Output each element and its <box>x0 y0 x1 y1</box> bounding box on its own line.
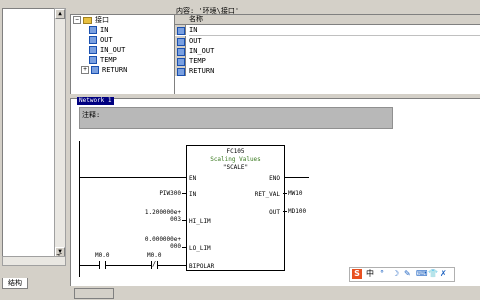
table-header: 名称 <box>175 15 480 25</box>
row-marker <box>175 66 186 76</box>
tree-root[interactable]: − 接口 <box>73 15 109 25</box>
tree-item-label: IN_OUT <box>100 46 126 54</box>
ladder-editor[interactable]: Network 1 注释: FC105 Scaling Values "SCAL… <box>70 97 480 288</box>
en-wire <box>80 177 186 178</box>
contact1-label[interactable]: M0.0 <box>95 252 109 259</box>
lo-lim-operand[interactable]: 0.000000e+ <box>121 236 181 243</box>
power-rail <box>79 141 80 277</box>
scroll-up-button[interactable]: ▲ <box>55 9 65 19</box>
param-icon <box>89 56 97 64</box>
interface-tree[interactable]: − 接口 IN OUT IN_OUT TEMP + RETURN <box>70 14 175 96</box>
interface-table[interactable]: 名称 IN OUT IN_OUT TEMP RETURN <box>174 14 480 96</box>
pin-bipolar: BIPOLAR <box>189 263 215 270</box>
param-icon <box>177 38 185 46</box>
block-symbol: "SCALE" <box>222 164 249 171</box>
in-stub <box>182 193 186 194</box>
table-row-return[interactable]: RETURN <box>189 66 214 76</box>
pin-in: IN <box>189 191 197 198</box>
status-cell <box>74 288 114 299</box>
tab-structure[interactable]: 结构 <box>2 278 28 289</box>
structure-list[interactable] <box>2 8 56 258</box>
tree-item-in-out[interactable]: IN_OUT <box>89 45 125 55</box>
tools-icon[interactable]: ✗ <box>440 269 447 279</box>
table-row-temp[interactable]: TEMP <box>189 56 206 66</box>
expand-icon[interactable]: − <box>73 16 81 24</box>
table-row-in-out[interactable]: IN_OUT <box>189 46 214 56</box>
in-operand[interactable]: PIW300 <box>129 190 181 197</box>
hi-lim-operand-exp[interactable]: 003 <box>121 216 181 223</box>
lo-lim-operand-exp[interactable]: 000 <box>121 243 181 250</box>
tree-item-temp[interactable]: TEMP <box>89 55 117 65</box>
expand-icon[interactable]: + <box>81 66 89 74</box>
param-icon <box>89 36 97 44</box>
skin-icon[interactable]: 👕 <box>428 269 438 279</box>
ime-lang-toggle[interactable]: 中 <box>366 269 374 279</box>
folder-icon <box>83 16 92 24</box>
param-icon <box>89 26 97 34</box>
contact2-symbol[interactable]: / <box>151 260 158 269</box>
table-row-in[interactable]: IN <box>189 25 197 35</box>
left-horizontal-scrollbar[interactable] <box>2 256 66 266</box>
param-icon <box>89 46 97 54</box>
pen-icon[interactable]: ✎ <box>404 269 411 279</box>
comment-field[interactable]: 注释: <box>79 107 393 129</box>
hi-lim-operand[interactable]: 1.200000e+ <box>121 209 181 216</box>
tree-item-label: TEMP <box>100 56 117 64</box>
punctuation-icon[interactable]: ° <box>380 269 384 279</box>
param-icon <box>91 66 99 74</box>
eno-wire <box>283 177 309 178</box>
block-name: Scaling Values <box>210 156 261 163</box>
param-icon <box>177 58 185 66</box>
ret-val-operand[interactable]: MW10 <box>288 190 302 197</box>
param-icon <box>177 27 185 35</box>
network-title[interactable]: Network 1 <box>77 97 114 105</box>
pin-ret-val: RET_VAL <box>254 191 280 198</box>
bipolar-wire-b <box>106 265 151 266</box>
block-number: FC105 <box>226 148 245 155</box>
row-divider <box>189 35 480 36</box>
tree-item-label: RETURN <box>102 66 128 74</box>
bipolar-wire-a <box>80 265 99 266</box>
row-marker <box>175 36 186 46</box>
function-block[interactable]: FC105 Scaling Values "SCALE" EN ENO IN R… <box>186 145 285 271</box>
out-operand[interactable]: MD100 <box>288 208 306 215</box>
keyboard-icon[interactable]: ⌨ <box>416 269 428 279</box>
tree-item-out[interactable]: OUT <box>89 35 113 45</box>
moon-icon[interactable]: ☽ <box>392 269 399 279</box>
tree-item-return[interactable]: + RETURN <box>81 65 127 75</box>
pin-hi-lim: HI_LIM <box>189 218 211 225</box>
contact2-label[interactable]: M0.0 <box>147 252 161 259</box>
pin-lo-lim: LO_LIM <box>189 245 211 252</box>
table-row-out[interactable]: OUT <box>189 36 202 46</box>
bipolar-wire-c <box>158 265 186 266</box>
comment-label: 注释: <box>82 111 101 119</box>
negation-mark: / <box>152 260 157 268</box>
bottom-status-bar <box>70 286 480 300</box>
tree-item-label: OUT <box>100 36 113 44</box>
row-marker <box>175 56 186 66</box>
row-marker <box>175 25 186 35</box>
sogou-logo-icon[interactable]: S <box>352 269 362 279</box>
param-icon <box>177 68 185 76</box>
contact1-symbol[interactable] <box>99 261 106 269</box>
left-panel: ▲ ▼ 乇 结构 <box>0 0 67 289</box>
pin-out: OUT <box>269 209 280 216</box>
tree-item-label: IN <box>100 26 109 34</box>
lo-stub <box>182 247 186 248</box>
row-marker <box>175 46 186 56</box>
ret-stub <box>283 193 287 194</box>
hi-stub <box>182 220 186 221</box>
ime-toolbar[interactable]: S 中 ° ☽ ✎ ⌨ 👕 ✗ <box>349 267 455 282</box>
tree-item-in[interactable]: IN <box>89 25 108 35</box>
pin-en: EN <box>189 175 197 182</box>
pin-eno: ENO <box>269 175 280 182</box>
column-name-header[interactable]: 名称 <box>189 15 203 24</box>
left-vertical-scrollbar[interactable]: ▲ ▼ <box>54 8 66 258</box>
param-icon <box>177 48 185 56</box>
tree-root-label: 接口 <box>95 16 109 24</box>
out-stub <box>283 211 287 212</box>
